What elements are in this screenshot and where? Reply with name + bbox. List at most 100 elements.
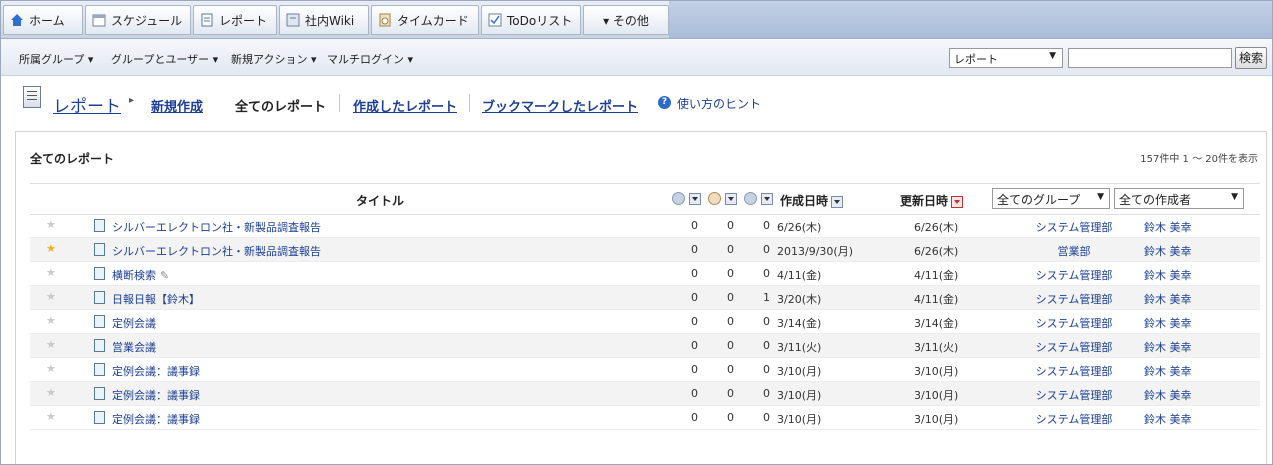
table-row[interactable]: ★ シルバーエレクトロン社・新製品調査報告 0 0 0 2013/9/30(月) 6/26(… [30,238,1260,262]
nav-my-group[interactable]: 所属グループ ▾ [19,51,93,67]
read-count: 0 [691,291,698,304]
tab-report[interactable]: レポート [193,5,277,35]
comment-count: 0 [763,219,770,232]
tab-more[interactable]: ▾ その他 [583,5,669,35]
bookmark-star-icon[interactable]: ★ [46,410,56,423]
author-link[interactable]: 鈴木 美幸 [1144,411,1192,427]
search-scope-select[interactable]: レポート ▼ [949,48,1063,68]
group-link[interactable]: システム管理部 [1022,339,1126,355]
read-count: 0 [691,363,698,376]
nav-multi-login[interactable]: マルチログイン ▾ [327,51,413,67]
created-date: 3/10(月) [777,365,822,378]
comment-count: 0 [763,315,770,328]
nav-groups-users[interactable]: グループとユーザー ▾ [111,51,218,67]
table-row[interactable]: ★ シルバーエレクトロン社・新製品調査報告 0 0 0 6/26(木) 6/26(木) システ… [30,214,1260,238]
author-link[interactable]: 鈴木 美幸 [1144,363,1192,379]
new-report-link[interactable]: 新規作成 [151,96,203,115]
bookmark-star-icon[interactable]: ★ [46,386,56,399]
document-icon [94,411,105,424]
created-reports-link[interactable]: 作成したレポート [353,96,457,115]
report-title-link[interactable]: 定例会議：議事録 [112,387,200,403]
read-count: 0 [691,243,698,256]
app-frame: ホーム スケジュール レポート 社内Wiki タイムカード ToDoリスト ▾ … [0,0,1273,465]
bookmark-star-icon[interactable]: ★ [46,266,56,279]
report-icon [200,13,214,27]
updated-date: 3/10(月) [914,389,959,402]
table-header: タイトル 作成日時 更新日時 全てのグループ ▼ 全ての作成者 ▼ [30,183,1260,215]
report-title-link[interactable]: 定例会議：議事録 [112,363,200,379]
bookmark-star-icon[interactable]: ★ [46,242,56,255]
read-count: 0 [691,219,698,232]
group-link[interactable]: システム管理部 [1022,363,1126,379]
group-link[interactable]: システム管理部 [1022,387,1126,403]
table-row[interactable]: ★ 定例会議 0 0 0 3/14(金) 3/14(金) システム管理部 鈴木 美幸 [30,310,1260,334]
author-link[interactable]: 鈴木 美幸 [1144,291,1192,307]
group-link[interactable]: システム管理部 [1022,267,1126,283]
table-row[interactable]: ★ 横断検索 ✎ 0 0 0 4/11(金) 4/11(金) システム管理部 鈴木 美幸 [30,262,1260,286]
tab-timecard[interactable]: タイムカード [371,5,479,35]
report-title-link[interactable]: 定例会議：議事録 [112,411,200,427]
group-link[interactable]: システム管理部 [1022,291,1126,307]
report-title-link[interactable]: 日報日報【鈴木】 [112,291,200,307]
report-title-link[interactable]: 営業会議 [112,339,156,355]
document-icon [94,267,105,280]
document-icon [94,363,105,376]
sort-like-button[interactable] [725,193,737,205]
created-date: 3/11(火) [777,341,822,354]
author-link[interactable]: 鈴木 美幸 [1144,315,1192,331]
group-link[interactable]: 営業部 [1022,243,1126,259]
breadcrumb-report[interactable]: レポート [53,92,121,117]
group-link[interactable]: システム管理部 [1022,315,1126,331]
report-title: 営業会議 [112,341,156,354]
author-link[interactable]: 鈴木 美幸 [1144,387,1192,403]
like-count: 0 [727,315,734,328]
table-row[interactable]: ★ 定例会議：議事録 0 0 0 3/10(月) 3/10(月) システム管理部 鈴木 美幸 [30,406,1260,430]
usage-hint-link[interactable]: 使い方のヒント [677,95,761,112]
sort-comment-button[interactable] [761,193,773,205]
group-filter-select[interactable]: 全てのグループ ▼ [992,188,1110,209]
table-row[interactable]: ★ 営業会議 0 0 0 3/11(火) 3/11(火) システム管理部 鈴木 美幸 [30,334,1260,358]
report-title: 横断検索 [112,269,156,282]
updated-date: 3/10(月) [914,365,959,378]
author-link[interactable]: 鈴木 美幸 [1144,339,1192,355]
bookmark-star-icon[interactable]: ★ [46,338,56,351]
report-title-link[interactable]: シルバーエレクトロン社・新製品調査報告 [112,243,321,259]
author-link[interactable]: 鈴木 美幸 [1144,219,1192,235]
group-link[interactable]: システム管理部 [1022,219,1126,235]
bookmark-star-icon[interactable]: ★ [46,218,56,231]
table-row[interactable]: ★ 定例会議：議事録 0 0 0 3/10(月) 3/10(月) システム管理部 鈴木 美幸 [30,382,1260,406]
author-filter-select[interactable]: 全ての作成者 ▼ [1114,188,1244,209]
col-updated[interactable]: 更新日時 [900,192,964,209]
author-link[interactable]: 鈴木 美幸 [1144,243,1192,259]
report-title: シルバーエレクトロン社・新製品調査報告 [112,245,321,258]
bookmarked-reports-link[interactable]: ブックマークしたレポート [482,96,638,115]
bookmark-star-icon[interactable]: ★ [46,290,56,303]
report-title-link[interactable]: 定例会議 [112,315,156,331]
group-link[interactable]: システム管理部 [1022,411,1126,427]
report-title-link[interactable]: シルバーエレクトロン社・新製品調査報告 [112,219,321,235]
col-created[interactable]: 作成日時 [780,192,844,209]
search-input[interactable] [1068,48,1232,68]
nav-new-action[interactable]: 新規アクション ▾ [231,51,316,67]
sort-read-button[interactable] [689,193,701,205]
tab-home[interactable]: ホーム [3,5,83,35]
author-filter-value: 全ての作成者 [1119,193,1192,207]
like-count: 0 [727,219,734,232]
report-title-link[interactable]: 横断検索 ✎ [112,267,169,283]
table-row[interactable]: ★ 定例会議：議事録 0 0 0 3/10(月) 3/10(月) システム管理部 鈴木 美幸 [30,358,1260,382]
comment-count: 0 [763,267,770,280]
col-updated-label: 更新日時 [900,194,949,208]
tab-label: タイムカード [397,13,469,28]
bookmark-star-icon[interactable]: ★ [46,314,56,327]
comment-count: 1 [763,291,770,304]
tab-wiki[interactable]: 社内Wiki [279,5,369,35]
col-title: タイトル [356,194,405,208]
tab-todo[interactable]: ToDoリスト [481,5,581,35]
like-count: 0 [727,387,734,400]
tab-schedule[interactable]: スケジュール [85,5,191,35]
bookmark-star-icon[interactable]: ★ [46,362,56,375]
tab-label: レポート [219,13,268,28]
search-button[interactable]: 検索 [1235,47,1267,69]
author-link[interactable]: 鈴木 美幸 [1144,267,1192,283]
table-row[interactable]: ★ 日報日報【鈴木】 0 0 1 3/20(木) 4/11(金) システム管理部 鈴木 美幸 [30,286,1260,310]
